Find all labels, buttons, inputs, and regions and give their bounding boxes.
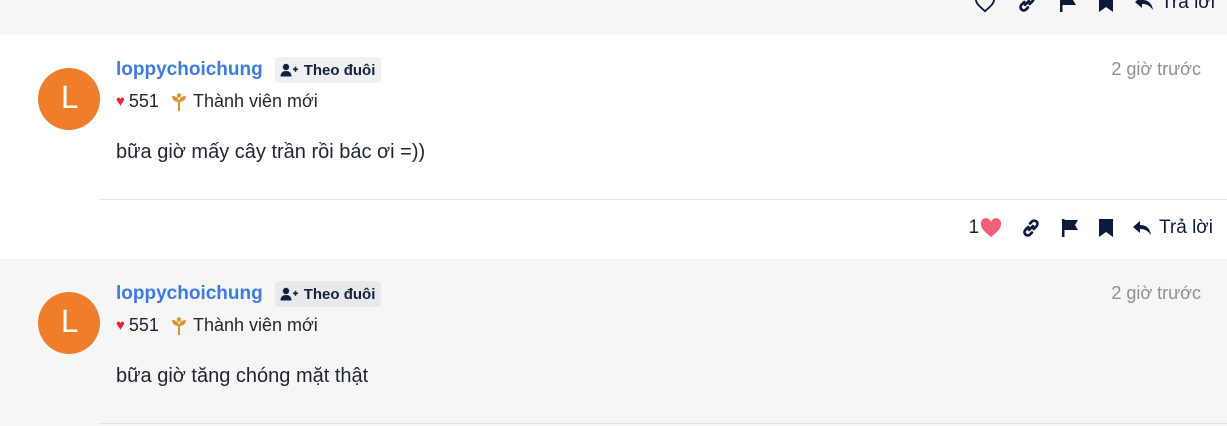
like-count: 1: [968, 217, 980, 238]
previous-post-actions: Trả lời: [974, 0, 1215, 18]
previous-post-footer: Trả lời: [0, 0, 1227, 35]
reply-button[interactable]: Trả lời: [1132, 217, 1213, 239]
heart-filled-icon: [980, 218, 1002, 238]
like-button[interactable]: 1: [968, 217, 1002, 239]
author-meta: ♥ 551 Thành viên mới: [116, 91, 318, 112]
flag-icon[interactable]: [1058, 0, 1078, 13]
reply-label: Trả lời: [1159, 217, 1213, 238]
heart-outline-icon[interactable]: [974, 0, 996, 13]
comment-post: L loppychoichung Theo đuôi ♥ 551 Thành v…: [0, 259, 1227, 426]
author-row: loppychoichung Theo đuôi: [116, 57, 382, 83]
bookmark-icon[interactable]: [1098, 0, 1114, 13]
follow-button[interactable]: Theo đuôi: [274, 57, 382, 83]
avatar[interactable]: L: [38, 292, 100, 354]
bookmark-icon[interactable]: [1098, 218, 1114, 238]
divider: [99, 199, 1227, 200]
reply-button[interactable]: Trả lời: [1134, 0, 1215, 14]
username-link[interactable]: loppychoichung: [116, 283, 263, 305]
follow-button[interactable]: Theo đuôi: [274, 281, 382, 307]
reply-label: Trả lời: [1161, 0, 1215, 13]
flag-icon[interactable]: [1060, 218, 1080, 238]
rank-label: Thành viên mới: [192, 91, 318, 111]
heart-icon: ♥: [116, 93, 125, 110]
post-content: bữa giờ mấy cây trần rồi bác ơi =)): [116, 141, 426, 163]
author-row: loppychoichung Theo đuôi: [116, 281, 382, 307]
post-actions: 1 Trả lời: [968, 213, 1213, 243]
reaction-count: 551: [128, 91, 159, 111]
user-plus-icon: [280, 287, 298, 301]
sprout-icon: [171, 316, 187, 335]
user-plus-icon: [280, 63, 298, 77]
avatar[interactable]: L: [38, 68, 100, 130]
post-time[interactable]: 2 giờ trước: [1111, 59, 1201, 80]
post-time[interactable]: 2 giờ trước: [1111, 283, 1201, 304]
post-content: bữa giờ tăng chóng mặt thật: [116, 365, 369, 387]
link-icon[interactable]: [1016, 0, 1038, 14]
follow-label: Theo đuôi: [303, 285, 376, 303]
comment-post: L loppychoichung Theo đuôi ♥ 551 Thành v…: [0, 35, 1227, 259]
reaction-count: 551: [128, 315, 159, 335]
author-meta: ♥ 551 Thành viên mới: [116, 315, 318, 336]
heart-icon: ♥: [116, 317, 125, 334]
rank-label: Thành viên mới: [192, 315, 318, 335]
sprout-icon: [171, 92, 187, 111]
username-link[interactable]: loppychoichung: [116, 59, 263, 81]
link-icon[interactable]: [1020, 217, 1042, 239]
follow-label: Theo đuôi: [303, 61, 376, 79]
divider: [99, 423, 1227, 424]
